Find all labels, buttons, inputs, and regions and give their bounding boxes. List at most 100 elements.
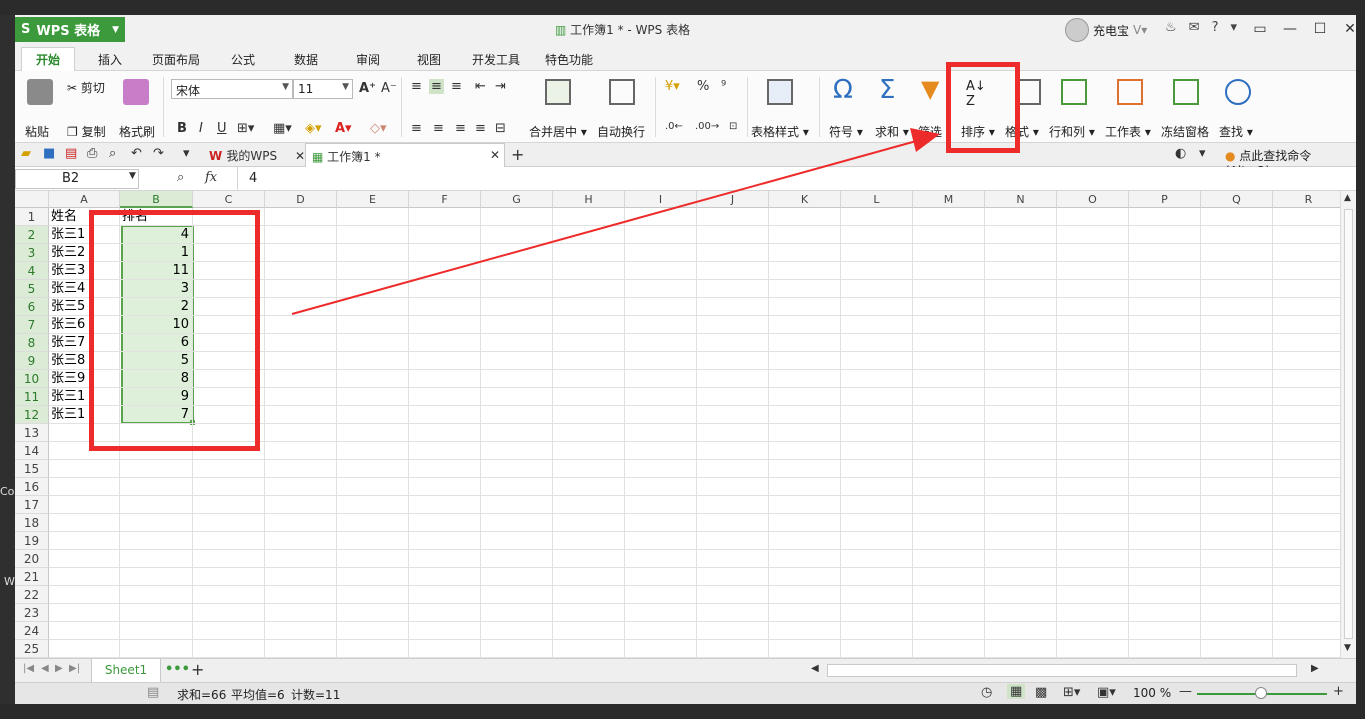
paste-icon[interactable]	[27, 79, 53, 105]
increase-font-icon[interactable]: A⁺	[359, 81, 376, 96]
name-box[interactable]: B2	[15, 169, 139, 189]
close-button[interactable]: ✕	[1335, 18, 1356, 40]
row-header-16[interactable]: 16	[15, 478, 49, 496]
font-name-select[interactable]: 宋体 ▼	[171, 79, 293, 99]
align-middle-icon[interactable]: ≡	[429, 79, 444, 94]
row-header-24[interactable]: 24	[15, 622, 49, 640]
open-folder-icon[interactable]: ▰	[21, 146, 31, 161]
sheet-nav-prev-icon[interactable]: ◀	[41, 663, 49, 674]
row-header-10[interactable]: 10	[15, 370, 49, 388]
avatar[interactable]	[1065, 18, 1089, 42]
column-header-r[interactable]: R	[1273, 191, 1340, 208]
clear-format-icon[interactable]: ◇▾	[370, 121, 387, 136]
row-header-2[interactable]: 2	[15, 226, 49, 244]
thousands-button[interactable]: ⁹	[721, 79, 726, 94]
row-col-button[interactable]: 行和列 ▾	[1049, 123, 1095, 140]
tab-home[interactable]: 开始	[21, 47, 76, 71]
scroll-down-icon[interactable]: ▼	[1344, 643, 1351, 653]
paste-button[interactable]: 粘贴	[25, 123, 49, 140]
skin-icon[interactable]: ♨	[1165, 20, 1177, 35]
percent-button[interactable]: %	[697, 79, 709, 94]
help-icon[interactable]: ?	[1212, 20, 1219, 35]
italic-button[interactable]: I	[199, 121, 203, 136]
column-header-j[interactable]: J	[697, 191, 769, 208]
format-painter-button[interactable]: 格式刷	[119, 123, 155, 140]
tab-view[interactable]: 视图	[417, 48, 441, 70]
sheet-nav-last-icon[interactable]: ▶|	[69, 663, 80, 674]
decrease-decimal-icon[interactable]: .00→	[695, 121, 719, 132]
worksheet-icon[interactable]	[1117, 79, 1143, 105]
font-color-icon[interactable]: A▾	[335, 121, 352, 136]
column-header-i[interactable]: I	[625, 191, 697, 208]
cut-button[interactable]: ✂ 剪切	[67, 79, 105, 96]
align-center-icon[interactable]: ≡	[433, 121, 444, 136]
row-header-3[interactable]: 3	[15, 244, 49, 262]
column-header-q[interactable]: Q	[1201, 191, 1273, 208]
table-style-button[interactable]: 表格样式 ▾	[751, 123, 809, 140]
column-header-a[interactable]: A	[49, 191, 120, 208]
tab-developer[interactable]: 开发工具	[472, 48, 520, 70]
worksheet-button[interactable]: 工作表 ▾	[1105, 123, 1151, 140]
tab-special[interactable]: 特色功能	[545, 48, 593, 70]
indent-increase-icon[interactable]: ⇥	[495, 79, 506, 94]
column-header-l[interactable]: L	[841, 191, 913, 208]
table-style-icon[interactable]	[767, 79, 793, 105]
sigma-icon[interactable]: Σ	[879, 75, 895, 105]
close-icon[interactable]: ✕	[490, 148, 500, 162]
pdf-icon[interactable]: ▤	[65, 146, 77, 161]
undo-icon[interactable]: ↶	[131, 146, 142, 161]
row-header-20[interactable]: 20	[15, 550, 49, 568]
zoom-icon[interactable]: ⌕	[177, 170, 184, 185]
more-sheets-icon[interactable]: •••	[165, 662, 190, 677]
sheet-nav-first-icon[interactable]: |◀	[23, 663, 34, 674]
row-header-21[interactable]: 21	[15, 568, 49, 586]
cell-fill-icon[interactable]: ▦▾	[273, 121, 292, 136]
eye-protect-icon[interactable]: ▣▾	[1097, 685, 1116, 700]
row-header-13[interactable]: 13	[15, 424, 49, 442]
format-painter-icon[interactable]	[123, 79, 149, 105]
close-icon[interactable]: ✕	[295, 149, 305, 163]
hscroll-left-icon[interactable]: ◀	[811, 663, 819, 674]
add-tab-button[interactable]: +	[511, 145, 524, 164]
row-header-19[interactable]: 19	[15, 532, 49, 550]
currency-icon[interactable]: ¥▾	[665, 79, 680, 94]
tab-page-layout[interactable]: 页面布局	[152, 48, 200, 70]
row-header-4[interactable]: 4	[15, 262, 49, 280]
user-area[interactable]: 充电宝 V▾	[1065, 18, 1147, 42]
row-header-7[interactable]: 7	[15, 316, 49, 334]
macro-icon[interactable]: ▤	[147, 685, 159, 700]
font-size-select[interactable]: 11 ▼	[293, 79, 353, 99]
row-header-25[interactable]: 25	[15, 640, 49, 658]
row-header-22[interactable]: 22	[15, 586, 49, 604]
row-header-5[interactable]: 5	[15, 280, 49, 298]
funnel-icon[interactable]: ▼	[921, 75, 939, 103]
wps-app-button[interactable]: S WPS 表格 ▼	[15, 17, 125, 42]
d-icon[interactable]: ◐	[1175, 146, 1186, 161]
row-header-6[interactable]: 6	[15, 298, 49, 316]
column-header-k[interactable]: K	[769, 191, 841, 208]
select-all-corner[interactable]	[15, 191, 49, 208]
reading-mode-icon[interactable]: ⊞▾	[1063, 685, 1080, 700]
row-header-18[interactable]: 18	[15, 514, 49, 532]
increase-decimal-icon[interactable]: .0←	[665, 121, 683, 132]
page-break-view-icon[interactable]: ▩	[1035, 685, 1047, 700]
tab-data[interactable]: 数据	[294, 48, 318, 70]
tab-formulas[interactable]: 公式	[231, 48, 255, 70]
zoom-slider-knob[interactable]	[1255, 687, 1267, 699]
number-format-icon[interactable]: ⊡	[729, 121, 737, 132]
chevron-down-icon[interactable]: ▾	[1230, 20, 1237, 35]
sum-button[interactable]: 求和 ▾	[875, 123, 909, 140]
column-header-e[interactable]: E	[337, 191, 409, 208]
add-sheet-button[interactable]: +	[191, 660, 204, 679]
column-header-n[interactable]: N	[985, 191, 1057, 208]
normal-view-icon[interactable]: ▦	[1007, 684, 1026, 699]
tab-my-wps[interactable]: W 我的WPS ✕	[203, 143, 311, 167]
align-left-icon[interactable]: ≡	[411, 121, 422, 136]
row-header-1[interactable]: 1	[15, 208, 49, 226]
hscroll-right-icon[interactable]: ▶	[1311, 663, 1319, 674]
zoom-in-button[interactable]: +	[1333, 684, 1344, 699]
merge-center-button[interactable]: 合并居中 ▾	[529, 123, 587, 140]
row-header-17[interactable]: 17	[15, 496, 49, 514]
omega-icon[interactable]: Ω	[833, 75, 853, 105]
horizontal-scroll-thumb[interactable]	[827, 664, 1297, 677]
